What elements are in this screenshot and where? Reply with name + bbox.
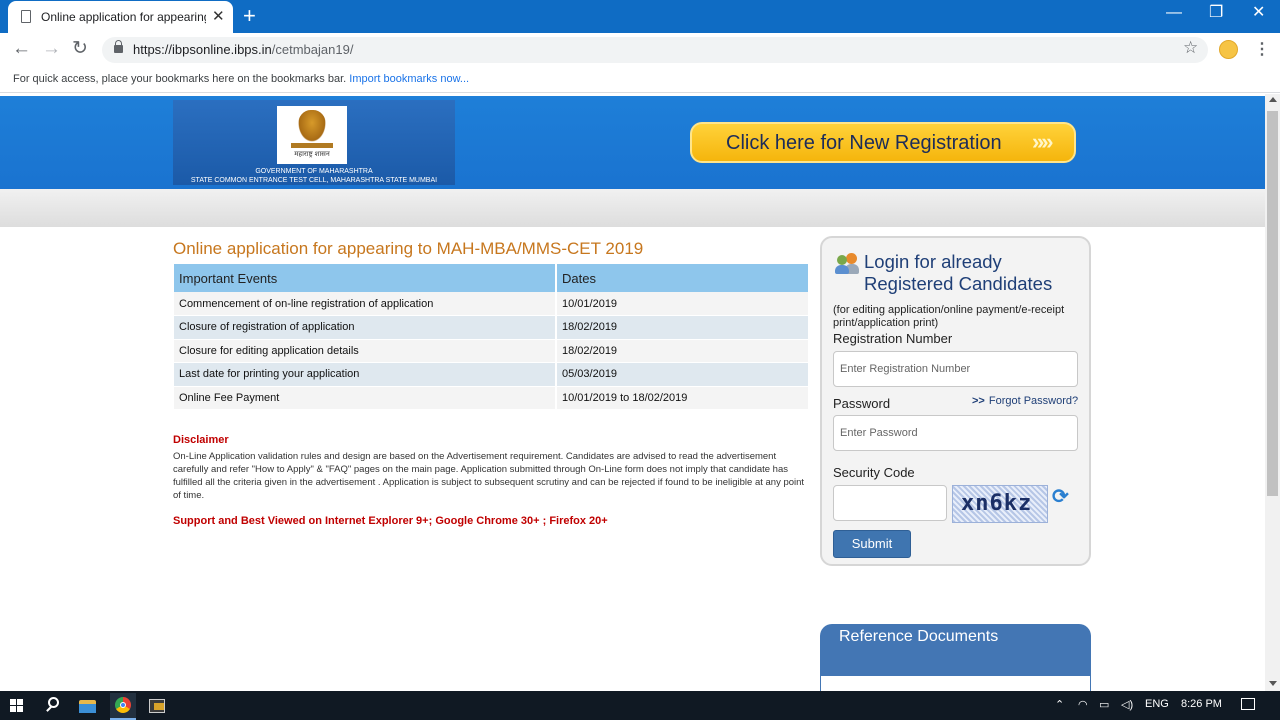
password-placeholder: Enter Password: [840, 427, 918, 439]
wifi-icon[interactable]: ◠: [1078, 698, 1088, 711]
volume-icon[interactable]: ◁): [1121, 698, 1133, 711]
chrome-icon[interactable]: [110, 693, 136, 720]
menu-kebab-icon[interactable]: ⋮: [1254, 39, 1270, 59]
users-icon: [835, 253, 859, 275]
header-banner: महाराष्ट्र शासन GOVERNMENT OF MAHARASHTR…: [0, 96, 1265, 189]
profile-emoji-icon[interactable]: [1219, 40, 1238, 59]
battery-icon[interactable]: ▭: [1099, 698, 1109, 711]
window-close-button[interactable]: ✕: [1252, 3, 1265, 23]
forward-arrow-icon[interactable]: →: [42, 38, 61, 60]
bookmarks-hint: For quick access, place your bookmarks h…: [13, 73, 469, 85]
tray-chevron-icon[interactable]: ⌃: [1055, 698, 1064, 711]
login-panel: Login for already Registered Candidates …: [820, 236, 1091, 566]
back-arrow-icon[interactable]: ←: [12, 38, 31, 60]
security-code-input[interactable]: [833, 485, 947, 521]
new-registration-button[interactable]: Click here for New Registration »»: [690, 122, 1076, 163]
date-cell: 18/02/2019: [556, 339, 810, 363]
app-icon[interactable]: [146, 695, 168, 717]
url-text[interactable]: https://ibpsonline.ibps.in/cetmbajan19/: [133, 42, 353, 57]
registration-number-input[interactable]: Enter Registration Number: [833, 351, 1078, 387]
minimize-button[interactable]: —: [1166, 3, 1182, 23]
registration-number-placeholder: Enter Registration Number: [840, 363, 971, 375]
page-scrollbar[interactable]: [1265, 94, 1280, 691]
emblem-icon: महाराष्ट्र शासन: [277, 106, 347, 164]
grey-nav-band: [0, 189, 1265, 227]
address-bar[interactable]: https://ibpsonline.ibps.in/cetmbajan19/ …: [102, 37, 1208, 63]
password-input[interactable]: Enter Password: [833, 415, 1078, 451]
notifications-icon[interactable]: [1241, 698, 1255, 710]
windows-start-icon[interactable]: [10, 699, 24, 713]
browser-tab[interactable]: Online application for appearing ✕: [8, 1, 233, 33]
event-cell: Closure for editing application details: [174, 339, 557, 363]
scroll-down-icon[interactable]: [1269, 681, 1277, 686]
new-registration-label: Click here for New Registration: [726, 132, 1002, 154]
lock-icon: [114, 40, 123, 53]
url-host: https://ibpsonline.ibps.in: [133, 42, 272, 57]
event-cell: Closure of registration of application: [174, 315, 557, 340]
double-chevron-icon: »»: [1032, 129, 1054, 154]
reference-documents-title: Reference Documents: [839, 628, 999, 645]
important-events-table: Important Events Dates Commencement of o…: [174, 264, 810, 410]
login-note: (for editing application/online payment/…: [833, 304, 1065, 329]
web-page: महाराष्ट्र शासन GOVERNMENT OF MAHARASHTR…: [0, 94, 1265, 691]
bookmarks-bar: For quick access, place your bookmarks h…: [0, 66, 1280, 93]
scroll-up-icon[interactable]: [1269, 97, 1277, 102]
submit-button[interactable]: Submit: [833, 530, 911, 558]
table-row: Closure for editing application details …: [174, 339, 810, 363]
file-explorer-icon[interactable]: [76, 695, 98, 717]
reference-documents-body: [821, 676, 1090, 691]
reload-icon[interactable]: ↻: [72, 38, 88, 60]
tab-title: Online application for appearing: [41, 10, 206, 24]
browser-toolbar: ← → ↻ https://ibpsonline.ibps.in/cetmbaj…: [0, 33, 1280, 66]
date-cell: 10/01/2019: [556, 292, 810, 316]
url-path: /cetmbajan19/: [271, 42, 354, 57]
page-icon: [21, 10, 31, 23]
event-cell: Last date for printing your application: [174, 362, 557, 387]
table-row: Closure of registration of application 1…: [174, 315, 810, 340]
table-row: Online Fee Payment 10/01/2019 to 18/02/2…: [174, 386, 810, 410]
scroll-thumb[interactable]: [1267, 111, 1278, 496]
captcha-text: xn6kz: [961, 491, 1033, 516]
forgot-password-link[interactable]: >> Forgot Password?: [972, 395, 1078, 407]
event-cell: Commencement of on-line registration of …: [174, 292, 557, 316]
bookmarks-hint-text: For quick access, place your bookmarks h…: [13, 73, 347, 85]
restore-button[interactable]: ❐: [1209, 3, 1223, 23]
event-cell: Online Fee Payment: [174, 386, 557, 410]
clock[interactable]: 8:26 PM: [1181, 698, 1222, 710]
captcha-image: xn6kz: [952, 485, 1048, 523]
column-header-dates: Dates: [556, 264, 810, 292]
browser-tab-strip: Online application for appearing ✕ + — ❐…: [0, 0, 1280, 33]
login-heading: Login for already Registered Candidates: [864, 251, 1053, 294]
password-label: Password: [833, 396, 891, 411]
forgot-password-label: Forgot Password?: [988, 395, 1079, 407]
security-code-label: Security Code: [833, 465, 915, 480]
maharashtra-logo[interactable]: महाराष्ट्र शासन GOVERNMENT OF MAHARASHTR…: [173, 100, 455, 185]
date-cell: 10/01/2019 to 18/02/2019: [556, 386, 810, 410]
search-icon[interactable]: [43, 695, 65, 717]
logo-line-2: STATE COMMON ENTRANCE TEST CELL, MAHARAS…: [190, 177, 438, 184]
table-row: Commencement of on-line registration of …: [174, 292, 810, 316]
logo-motto: महाराष्ट्र शासन: [294, 151, 330, 158]
column-header-events: Important Events: [174, 264, 557, 292]
browser-support-note: Support and Best Viewed on Internet Expl…: [173, 515, 608, 527]
double-chevron-icon: >>: [972, 395, 985, 407]
table-row: Last date for printing your application …: [174, 362, 810, 387]
date-cell: 18/02/2019: [556, 315, 810, 340]
bookmark-star-icon[interactable]: ☆: [1183, 38, 1198, 58]
refresh-captcha-icon[interactable]: ⟳: [1052, 484, 1069, 509]
tab-close-icon[interactable]: ✕: [212, 7, 225, 27]
registration-number-label: Registration Number: [833, 331, 953, 346]
disclaimer-heading: Disclaimer: [173, 434, 229, 446]
windows-taskbar: ⌃ ◠ ▭ ◁) ENG 8:26 PM: [0, 691, 1280, 720]
language-indicator[interactable]: ENG: [1145, 698, 1169, 710]
new-tab-button[interactable]: +: [243, 4, 256, 28]
import-bookmarks-link[interactable]: Import bookmarks now...: [349, 73, 469, 85]
page-title: Online application for appearing to MAH-…: [173, 239, 644, 258]
reference-documents-panel: Reference Documents: [820, 624, 1091, 691]
disclaimer-text: On-Line Application validation rules and…: [173, 451, 805, 501]
logo-line-1: GOVERNMENT OF MAHARASHTRA: [255, 168, 373, 175]
date-cell: 05/03/2019: [556, 362, 810, 387]
